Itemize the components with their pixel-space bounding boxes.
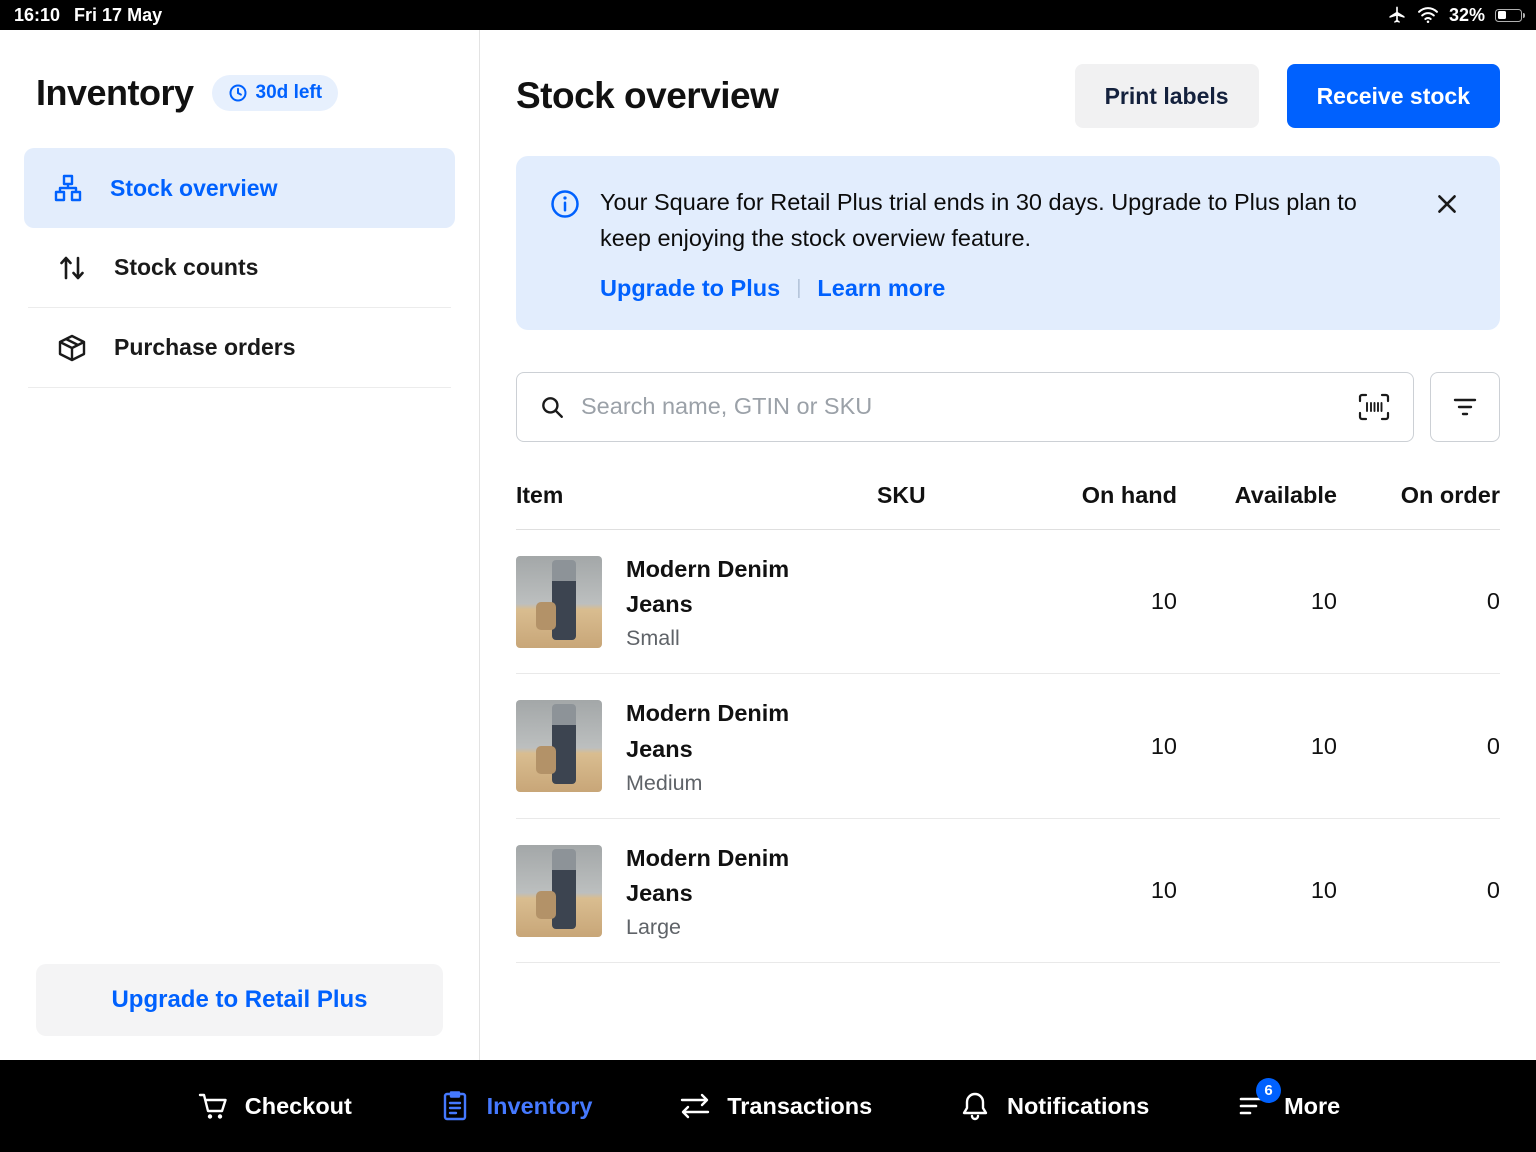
barcode-scan-icon[interactable] [1357, 392, 1391, 422]
trial-days-badge: 30d left [212, 75, 339, 111]
item-thumbnail [516, 556, 602, 648]
inventory-sidebar: Inventory 30d left Stock overview [0, 30, 480, 1060]
bell-icon [958, 1089, 992, 1123]
item-thumbnail [516, 845, 602, 937]
on-hand-value: 10 [997, 733, 1177, 760]
notification-badge: 6 [1256, 1078, 1281, 1103]
receive-stock-button[interactable]: Receive stock [1287, 64, 1500, 128]
battery-icon [1495, 9, 1522, 22]
available-value: 10 [1177, 588, 1337, 615]
item-variation: Medium [626, 771, 811, 796]
cart-icon [196, 1089, 230, 1123]
table-row[interactable]: Modern Denim Jeans Medium 10 10 0 [516, 674, 1500, 819]
on-hand-value: 10 [997, 588, 1177, 615]
sidebar-item-stock-overview[interactable]: Stock overview [24, 148, 455, 228]
column-available: Available [1177, 482, 1337, 509]
sitemap-icon [52, 172, 84, 204]
clock-time: 16:10 [14, 5, 60, 26]
search-box[interactable] [516, 372, 1414, 442]
nav-item-inventory[interactable]: Inventory [438, 1089, 593, 1123]
status-date: Fri 17 May [74, 5, 162, 26]
item-name: Modern Denim Jeans [626, 696, 811, 767]
item-name: Modern Denim Jeans [626, 552, 811, 623]
transfer-arrows-icon [678, 1089, 712, 1123]
link-divider: | [796, 277, 801, 300]
nav-item-label: Checkout [245, 1093, 352, 1120]
menu-lines-icon: 6 [1235, 1089, 1269, 1123]
trial-days-label: 30d left [256, 82, 323, 104]
trial-banner: Your Square for Retail Plus trial ends i… [516, 156, 1500, 330]
learn-more-link[interactable]: Learn more [817, 275, 945, 302]
item-name: Modern Denim Jeans [626, 841, 811, 912]
sidebar-title: Inventory [36, 72, 194, 114]
stock-overview-main: Stock overview Print labels Receive stoc… [480, 30, 1536, 1060]
close-icon [1434, 191, 1470, 217]
table-row[interactable]: Modern Denim Jeans Small 10 10 0 [516, 530, 1500, 675]
column-item: Item [516, 482, 877, 509]
search-icon [539, 394, 565, 420]
on-order-value: 0 [1337, 588, 1500, 615]
up-down-arrows-icon [56, 252, 88, 284]
print-labels-button[interactable]: Print labels [1075, 64, 1259, 128]
nav-item-transactions[interactable]: Transactions [678, 1089, 872, 1123]
item-variation: Small [626, 626, 811, 651]
nav-item-label: Transactions [727, 1093, 872, 1120]
column-sku: SKU [877, 482, 997, 509]
nav-item-label: Notifications [1007, 1093, 1149, 1120]
on-order-value: 0 [1337, 877, 1500, 904]
nav-item-notifications[interactable]: Notifications [958, 1089, 1149, 1123]
search-input[interactable] [581, 393, 1341, 420]
box-icon [56, 332, 88, 364]
app-screen: 16:10 Fri 17 May 32% Inventory [0, 0, 1536, 1152]
info-icon [550, 189, 580, 219]
upgrade-to-plus-link[interactable]: Upgrade to Plus [600, 275, 780, 302]
column-on-order: On order [1337, 482, 1500, 509]
nav-item-label: More [1284, 1093, 1340, 1120]
available-value: 10 [1177, 877, 1337, 904]
column-on-hand: On hand [997, 482, 1177, 509]
trial-banner-text: Your Square for Retail Plus trial ends i… [600, 184, 1390, 257]
page-title: Stock overview [516, 75, 1075, 117]
nav-item-label: Inventory [487, 1093, 593, 1120]
close-banner-button[interactable] [1434, 186, 1470, 222]
filter-button[interactable] [1430, 372, 1500, 442]
battery-percent: 32% [1449, 5, 1485, 26]
wifi-icon [1417, 6, 1439, 24]
stock-table: Item SKU On hand Available On order Mode… [516, 482, 1500, 964]
item-variation: Large [626, 915, 811, 940]
status-bar: 16:10 Fri 17 May 32% [0, 0, 1536, 30]
filter-icon [1451, 395, 1479, 419]
on-hand-value: 10 [997, 877, 1177, 904]
available-value: 10 [1177, 733, 1337, 760]
table-header: Item SKU On hand Available On order [516, 482, 1500, 530]
nav-item-checkout[interactable]: Checkout [196, 1089, 352, 1123]
clipboard-icon [438, 1089, 472, 1123]
on-order-value: 0 [1337, 733, 1500, 760]
nav-item-more[interactable]: 6 More [1235, 1089, 1340, 1123]
upgrade-retail-plus-button[interactable]: Upgrade to Retail Plus [36, 964, 443, 1036]
item-thumbnail [516, 700, 602, 792]
sidebar-item-label: Purchase orders [114, 334, 296, 361]
bottom-nav: Checkout Inventory Transactions [0, 1060, 1536, 1152]
sidebar-item-stock-counts[interactable]: Stock counts [28, 228, 451, 308]
sidebar-item-purchase-orders[interactable]: Purchase orders [28, 308, 451, 388]
airplane-mode-icon [1387, 5, 1407, 25]
sidebar-item-label: Stock overview [110, 175, 277, 202]
sidebar-item-label: Stock counts [114, 254, 258, 281]
table-row[interactable]: Modern Denim Jeans Large 10 10 0 [516, 819, 1500, 964]
clock-icon [228, 83, 248, 103]
